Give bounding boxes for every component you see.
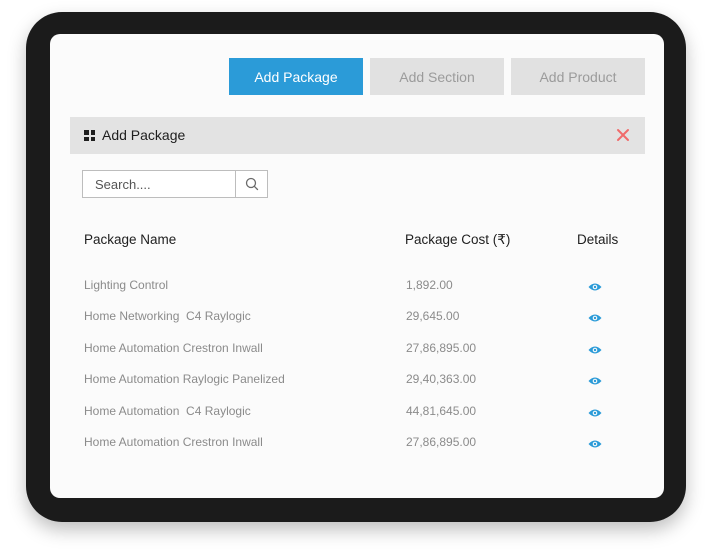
grid-icon — [84, 130, 95, 141]
eye-icon[interactable] — [588, 373, 602, 385]
app-screen: Add Package Add Section Add Product Add … — [50, 34, 664, 498]
panel-header: Add Package — [70, 117, 645, 154]
header-details: Details — [577, 232, 619, 247]
add-section-button[interactable]: Add Section — [370, 58, 504, 95]
package-cost: 27,86,895.00 — [406, 341, 477, 355]
close-icon[interactable] — [615, 127, 631, 143]
table-row: Home Automation Crestron Inwall 27,86,89… — [50, 341, 664, 361]
eye-icon[interactable] — [588, 436, 602, 448]
search-input[interactable] — [83, 171, 237, 197]
package-name: Home Automation C4 Raylogic — [84, 404, 251, 418]
search-box — [82, 170, 268, 198]
package-cost: 29,645.00 — [406, 309, 460, 323]
package-cost: 27,86,895.00 — [406, 435, 477, 449]
package-cost: 1,892.00 — [406, 278, 453, 292]
table-row: Lighting Control 1,892.00 — [50, 278, 664, 298]
header-package-cost: Package Cost (₹) — [405, 232, 511, 247]
package-name: Home Automation Raylogic Panelized — [84, 372, 285, 386]
package-name: Home Automation Crestron Inwall — [84, 435, 263, 449]
search-icon[interactable] — [235, 171, 267, 197]
table-row: Home Automation Crestron Inwall 27,86,89… — [50, 435, 664, 455]
eye-icon[interactable] — [588, 279, 602, 291]
eye-icon[interactable] — [588, 342, 602, 354]
eye-icon[interactable] — [588, 310, 602, 322]
eye-icon[interactable] — [588, 405, 602, 417]
package-name: Home Automation Crestron Inwall — [84, 341, 263, 355]
table-row: Home Automation Raylogic Panelized 29,40… — [50, 372, 664, 392]
package-name: Lighting Control — [84, 278, 169, 292]
header-package-name: Package Name — [84, 232, 177, 247]
package-cost: 44,81,645.00 — [406, 404, 477, 418]
package-cost: 29,40,363.00 — [406, 372, 477, 386]
package-name: Home Networking C4 Raylogic — [84, 309, 251, 323]
add-package-button[interactable]: Add Package — [229, 58, 363, 95]
add-product-button[interactable]: Add Product — [511, 58, 645, 95]
table-row: Home Automation C4 Raylogic 44,81,645.00 — [50, 404, 664, 424]
table-row: Home Networking C4 Raylogic 29,645.00 — [50, 309, 664, 329]
panel-title: Add Package — [102, 127, 186, 143]
